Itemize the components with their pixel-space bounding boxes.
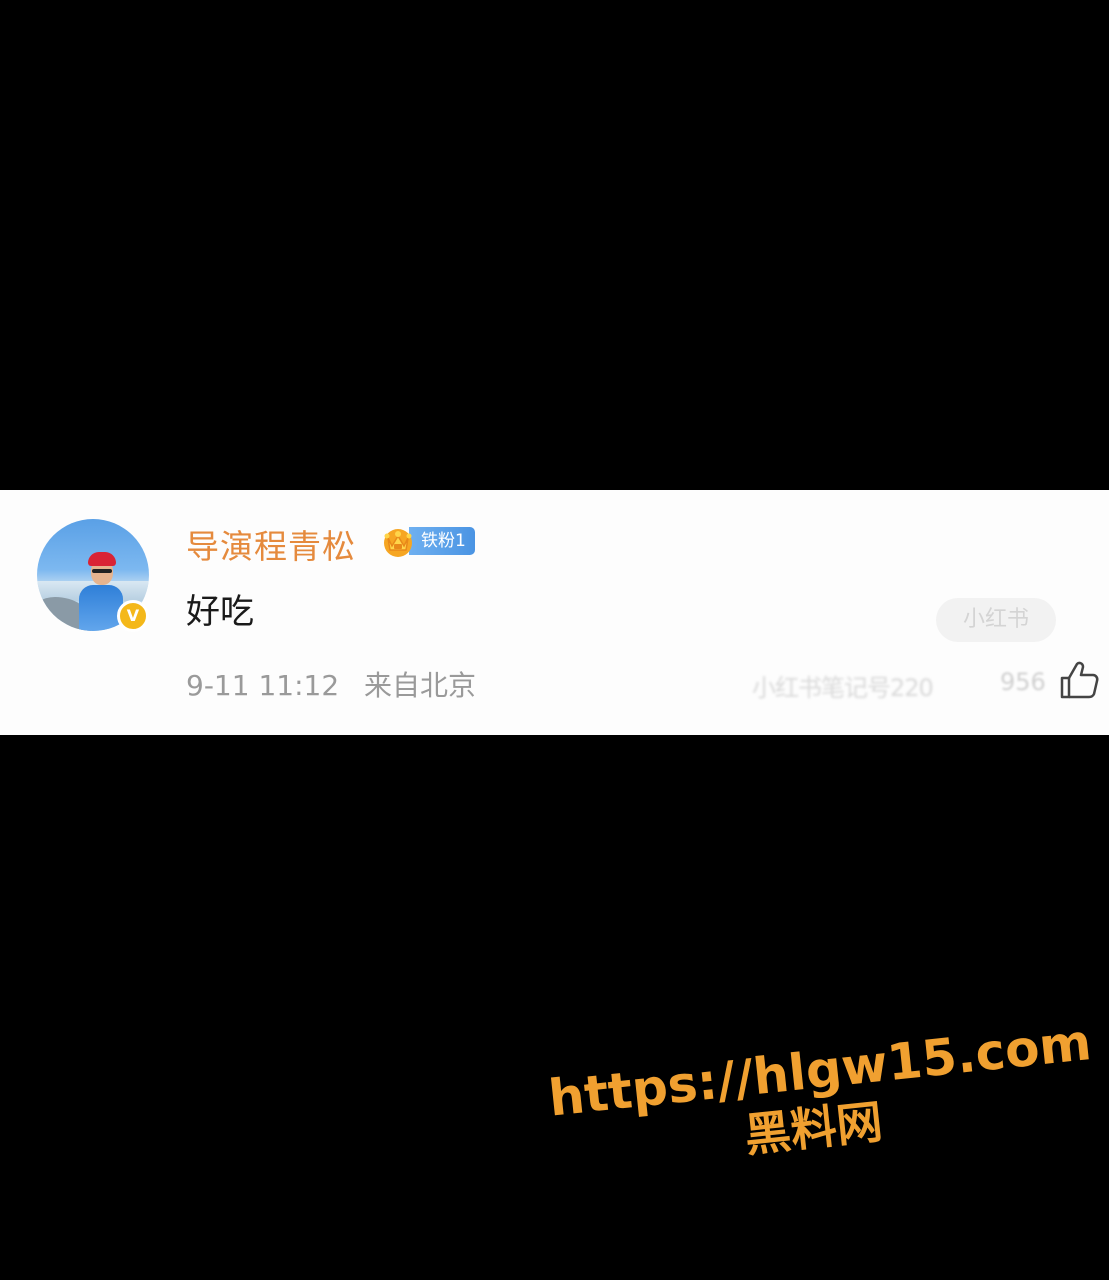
crown-icon [384,529,412,557]
comment-text: 好吃 [186,592,254,632]
comment-date: 9-11 11:12 [186,669,340,702]
watermark: https://hlgw15.com 黑料网 [546,1013,1094,1184]
comment-location: 来自北京 [364,669,477,702]
fan-badge: 铁粉1 [381,524,475,558]
verified-icon: V [117,600,149,632]
like-count: 956 [1000,668,1046,696]
thumb-up-icon[interactable] [1058,660,1100,700]
source-tag: 小红书 [936,598,1056,642]
username[interactable]: 导演程青松 [186,520,356,568]
comment-meta: 9-11 11:12 来自北京 [186,664,476,704]
fan-badge-label: 铁粉1 [409,527,475,555]
comment-card: V 导演程青松 铁粉1 好吃 9-11 11:12 来自北京 小红书 小红书笔记… [0,490,1109,735]
overlay-text: 小红书笔记号220 [752,674,934,702]
